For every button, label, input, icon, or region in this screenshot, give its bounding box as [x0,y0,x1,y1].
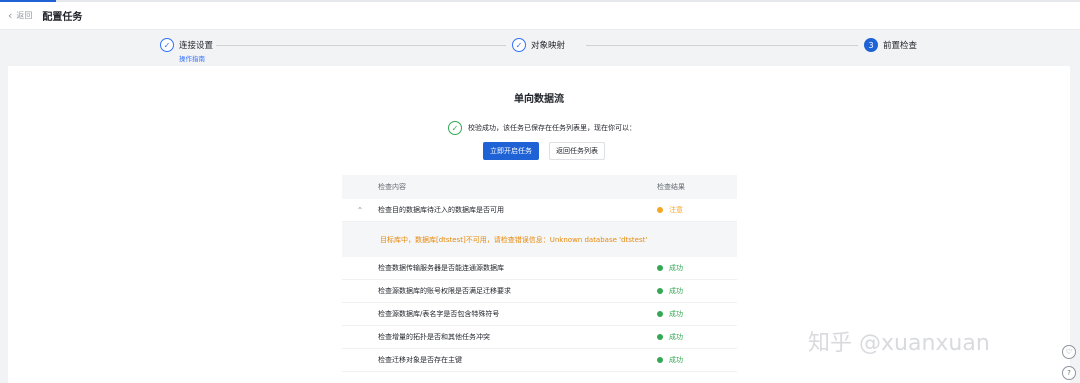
check-result: 成功 [657,286,683,296]
step-number: 3 [864,38,878,52]
step-connector [216,45,506,46]
question-icon[interactable]: ? [1062,366,1076,380]
error-detail: 目标库中，数据库[dtstest]不可用，请检查错误信息：Unknown dat… [342,222,737,257]
result-label: 成功 [669,356,683,364]
success-message: ✓ 校验成功，该任务已保存在任务列表里，现在你可以： [448,121,636,135]
success-dot [657,334,663,340]
page-header: ‹ 返回 配置任务 [0,2,1080,30]
success-dot [657,265,663,271]
step-label: 前置检查 [883,41,918,51]
page-title: 配置任务 [42,12,83,23]
stepper: ✓ 连接设置 操作指南 ✓ 对象映射 3 前置检查 [0,31,1080,66]
result-label: 成功 [669,287,683,295]
column-header-result: 检查结果 [657,183,685,191]
result-label: 成功 [669,310,683,318]
check-name: 检查源数据库的账号权限是否满足迁移要求 [378,287,511,295]
heart-icon[interactable]: ♡ [1062,345,1076,359]
table-row: 检查源数据库的账号权限是否满足迁移要求 成功 [342,280,737,303]
success-text: 校验成功，该任务已保存在任务列表里，现在你可以： [468,124,636,132]
table-row-expanded: ⌃ 检查目的数据库待迁入的数据库是否可用 注意 [342,199,737,222]
table-row: 检查源数据库/表名字是否包含特殊符号 成功 [342,303,737,326]
check-result: 成功 [657,332,683,342]
guide-link[interactable]: 操作指南 [179,53,205,63]
table-row: 检查数据传输服务器是否能连通源数据库 成功 [342,257,737,280]
step-connector [586,45,858,46]
chevron-left-icon: ‹ [8,9,13,22]
check-name: 检查迁移对象是否存在主键 [378,356,462,364]
start-task-button[interactable]: 立即开启任务 [483,142,539,160]
check-name: 检查数据传输服务器是否能连通源数据库 [378,264,504,272]
success-dot [657,357,663,363]
check-table: 检查内容 检查结果 ⌃ 检查目的数据库待迁入的数据库是否可用 注意 目标库中，数… [342,175,737,372]
result-label: 注意 [669,206,683,214]
step-precheck[interactable]: 3 前置检查 [864,38,917,52]
step-label: 连接设置 [179,41,214,51]
table-row: 检查增量的拓扑是否和其他任务冲突 成功 [342,326,737,349]
back-label: 返回 [16,11,33,20]
check-name: 检查源数据库/表名字是否包含特殊符号 [378,310,500,318]
step-label: 对象映射 [531,41,566,51]
chevron-up-icon[interactable]: ⌃ [342,206,378,215]
check-name: 检查目的数据库待迁入的数据库是否可用 [378,206,504,214]
result-label: 成功 [669,264,683,272]
warning-dot [657,207,663,213]
check-circle-icon: ✓ [448,121,462,135]
step-connection-settings[interactable]: ✓ 连接设置 操作指南 [160,38,214,63]
column-header-content: 检查内容 [378,183,406,191]
back-button[interactable]: ‹ 返回 [8,10,32,21]
table-row: 检查迁移对象是否存在主键 成功 [342,349,737,372]
success-dot [657,288,663,294]
back-to-list-button[interactable]: 返回任务列表 [549,142,605,160]
check-name: 检查增量的拓扑是否和其他任务冲突 [378,333,490,341]
check-icon: ✓ [160,38,174,52]
success-dot [657,311,663,317]
flow-title: 单向数据流 [514,94,564,105]
step-object-mapping[interactable]: ✓ 对象映射 [512,38,565,52]
result-label: 成功 [669,333,683,341]
watermark: 知乎 @xuanxuan [808,331,990,356]
table-header: 检查内容 检查结果 [342,175,737,199]
check-result: 注意 [657,205,683,215]
check-result: 成功 [657,309,683,319]
check-icon: ✓ [512,38,526,52]
check-result: 成功 [657,263,683,273]
check-result: 成功 [657,355,683,365]
